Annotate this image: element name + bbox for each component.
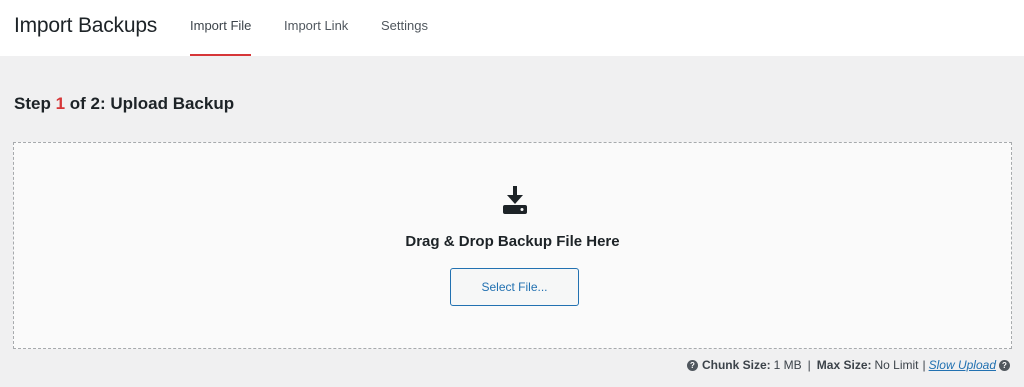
download-icon bbox=[503, 186, 527, 214]
separator: | bbox=[922, 358, 926, 372]
page-title: Import Backups bbox=[14, 14, 158, 37]
question-circle-icon[interactable]: ? bbox=[999, 359, 1010, 371]
upload-info: ? Chunk Size: 1 MB | Max Size: No Limit … bbox=[686, 358, 1010, 372]
max-size-value: No Limit bbox=[874, 358, 919, 372]
chunk-size-label: Chunk Size: bbox=[701, 358, 771, 372]
separator: | bbox=[807, 358, 811, 372]
step-number: 1 bbox=[55, 94, 66, 113]
slow-upload-link[interactable]: Slow Upload bbox=[929, 358, 996, 372]
top-bar: Import Backups Import File Import Link S… bbox=[0, 0, 1024, 56]
question-circle-icon[interactable]: ? bbox=[686, 359, 698, 371]
file-dropzone[interactable]: Drag & Drop Backup File Here Select File… bbox=[13, 142, 1012, 349]
tab-import-file[interactable]: Import File bbox=[190, 18, 252, 56]
step-suffix: of 2: Upload Backup bbox=[65, 94, 235, 113]
tab-settings[interactable]: Settings bbox=[381, 18, 428, 56]
chunk-size-value: 1 MB bbox=[773, 358, 802, 372]
drop-instruction: Drag & Drop Backup File Here bbox=[405, 233, 620, 250]
tab-import-link[interactable]: Import Link bbox=[284, 18, 348, 56]
step-heading: Step 1 of 2: Upload Backup bbox=[14, 94, 234, 114]
max-size-label: Max Size: bbox=[816, 358, 872, 372]
select-file-button[interactable]: Select File... bbox=[450, 268, 579, 306]
step-prefix: Step bbox=[14, 94, 56, 113]
